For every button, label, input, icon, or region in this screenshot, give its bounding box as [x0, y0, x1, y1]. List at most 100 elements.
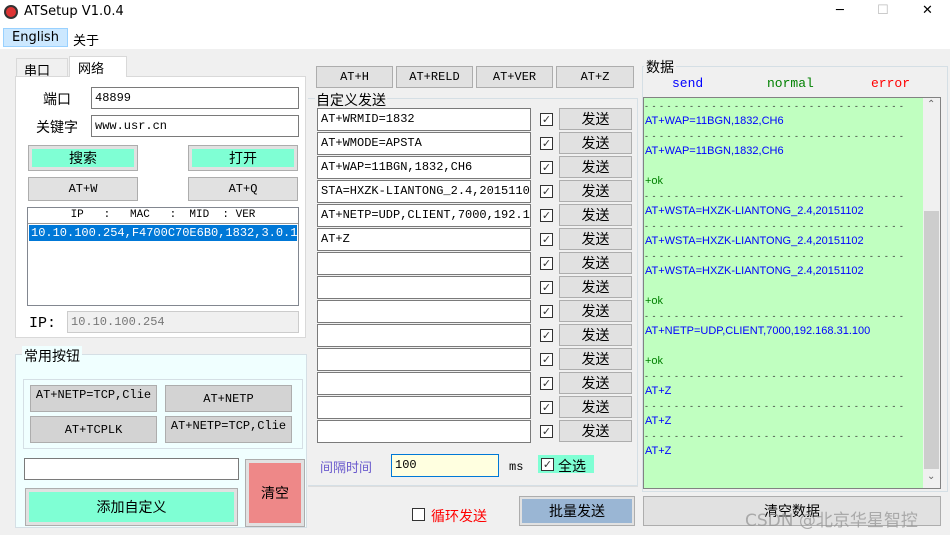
- log-blank: [645, 339, 905, 354]
- batch-send-button[interactable]: 批量发送: [519, 496, 635, 526]
- custom-send-input[interactable]: STA=HXZK-LIANTONG_2.4,20151102: [317, 180, 531, 203]
- send-button[interactable]: 发送: [559, 156, 632, 178]
- legend-error: error: [871, 76, 911, 91]
- send-button[interactable]: 发送: [559, 372, 632, 394]
- send-button[interactable]: 发送: [559, 324, 632, 346]
- checkbox-checked-icon[interactable]: ✓: [540, 257, 553, 270]
- log-textarea[interactable]: - - - - - - - - - - - - - - - - - - - - …: [643, 97, 941, 489]
- custom-send-input[interactable]: AT+Z: [317, 228, 531, 251]
- send-button[interactable]: 发送: [559, 108, 632, 130]
- keyword-label: 关键字: [36, 120, 78, 136]
- custom-send-input[interactable]: [317, 348, 531, 371]
- custom-send-input[interactable]: [317, 300, 531, 323]
- checkbox-checked-icon[interactable]: ✓: [540, 233, 553, 246]
- send-button[interactable]: 发送: [559, 180, 632, 202]
- search-button[interactable]: 搜索: [28, 145, 138, 171]
- scrollbar[interactable]: ⌃ ⌄: [923, 98, 940, 488]
- tab-network[interactable]: 网络: [69, 56, 127, 77]
- close-button[interactable]: ✕: [922, 3, 933, 18]
- log-line-send: AT+WSTA=HXZK-LIANTONG_2.4,20151102: [645, 205, 864, 217]
- at-z-button[interactable]: AT+Z: [556, 66, 634, 88]
- select-all-label: 全选: [558, 459, 586, 475]
- loop-send-checkbox[interactable]: 循环发送: [412, 506, 502, 525]
- log-line-normal: +ok: [645, 355, 664, 367]
- tab-label: 网络: [78, 62, 105, 77]
- checkbox-checked-icon[interactable]: ✓: [540, 353, 553, 366]
- custom-send-input[interactable]: AT+WMODE=APSTA: [317, 132, 531, 155]
- list-item[interactable]: 10.10.100.254,F4700C70E6B0,1832,3.0.1: [29, 225, 297, 241]
- checkbox-checked-icon[interactable]: ✓: [540, 425, 553, 438]
- log-separator: - - - - - - - - - - - - - - - - - - - - …: [645, 131, 905, 141]
- checkbox-checked-icon[interactable]: ✓: [540, 281, 553, 294]
- log-lines: - - - - - - - - - - - - - - - - - - - - …: [645, 99, 905, 459]
- group-title: 自定义发送: [315, 90, 387, 110]
- at-ver-button[interactable]: AT+VER: [476, 66, 553, 88]
- maximize-button[interactable]: ☐: [877, 3, 889, 18]
- custom-send-input[interactable]: [317, 252, 531, 275]
- send-button[interactable]: 发送: [559, 348, 632, 370]
- title-bar: ATSetup V1.0.4 ─ ☐ ✕: [0, 0, 950, 25]
- port-input[interactable]: 48899: [91, 87, 299, 109]
- send-button[interactable]: 发送: [559, 396, 632, 418]
- checkbox-checked-icon[interactable]: ✓: [540, 161, 553, 174]
- window-title: ATSetup V1.0.4: [24, 4, 124, 19]
- ip-field: 10.10.100.254: [67, 311, 299, 333]
- at-reld-button[interactable]: AT+RELD: [396, 66, 473, 88]
- scroll-thumb[interactable]: [924, 211, 939, 469]
- open-button[interactable]: 打开: [188, 145, 298, 171]
- scroll-down-icon[interactable]: ⌄: [927, 471, 935, 482]
- send-button[interactable]: 发送: [559, 228, 632, 250]
- at-q-button[interactable]: AT+Q: [188, 177, 298, 201]
- keyword-input[interactable]: www.usr.cn: [91, 115, 299, 137]
- checkbox-checked-icon[interactable]: ✓: [540, 137, 553, 150]
- checkbox-checked-icon[interactable]: ✓: [540, 209, 553, 222]
- custom-send-input[interactable]: AT+WAP=11BGN,1832,CH6: [317, 156, 531, 179]
- custom-send-input[interactable]: [317, 396, 531, 419]
- send-button[interactable]: 发送: [559, 204, 632, 226]
- scroll-up-icon[interactable]: ⌃: [927, 99, 935, 110]
- custom-send-input[interactable]: AT+WRMID=1832: [317, 108, 531, 131]
- checkbox-checked-icon[interactable]: ✓: [540, 329, 553, 342]
- custom-send-input[interactable]: AT+NETP=UDP,CLIENT,7000,192.16: [317, 204, 531, 227]
- send-button[interactable]: 发送: [559, 252, 632, 274]
- ip-label: IP:: [29, 315, 57, 332]
- send-button[interactable]: 发送: [559, 276, 632, 298]
- checkbox-checked-icon[interactable]: ✓: [540, 185, 553, 198]
- checkbox-unchecked-icon: [412, 508, 425, 521]
- custom-send-input[interactable]: [317, 372, 531, 395]
- log-separator: - - - - - - - - - - - - - - - - - - - - …: [645, 251, 905, 261]
- log-separator: - - - - - - - - - - - - - - - - - - - - …: [645, 101, 905, 111]
- log-line-send: AT+Z: [645, 385, 672, 397]
- custom-send-input[interactable]: [317, 276, 531, 299]
- add-custom-button[interactable]: 添加自定义: [25, 488, 238, 526]
- common-button-1[interactable]: AT+NETP=TCP,Clie: [30, 385, 157, 412]
- common-button-4[interactable]: AT+NETP=TCP,Clie: [165, 416, 292, 443]
- menu-english[interactable]: English: [3, 28, 68, 47]
- custom-send-input[interactable]: [317, 420, 531, 443]
- common-button-2[interactable]: AT+NETP: [165, 385, 292, 412]
- send-button[interactable]: 发送: [559, 420, 632, 442]
- minimize-button[interactable]: ─: [836, 3, 844, 18]
- send-button[interactable]: 发送: [559, 300, 632, 322]
- log-blank: [645, 159, 905, 174]
- menu-about[interactable]: 关于: [73, 30, 99, 49]
- watermark: CSDN @北京华星智控: [745, 511, 918, 531]
- log-line-normal: +ok: [645, 295, 664, 307]
- tab-serial[interactable]: 串口: [16, 58, 68, 79]
- group-title: 数据: [644, 57, 676, 77]
- checkbox-checked-icon[interactable]: ✓: [540, 305, 553, 318]
- send-button[interactable]: 发送: [559, 132, 632, 154]
- interval-input[interactable]: 100: [391, 454, 499, 477]
- at-w-button[interactable]: AT+W: [28, 177, 138, 201]
- select-all-checkbox[interactable]: ✓ 全选: [538, 455, 594, 475]
- clear-button[interactable]: 清空: [245, 459, 305, 527]
- log-separator: - - - - - - - - - - - - - - - - - - - - …: [645, 311, 905, 321]
- checkbox-checked-icon[interactable]: ✓: [540, 113, 553, 126]
- checkbox-checked-icon[interactable]: ✓: [540, 377, 553, 390]
- common-button-3[interactable]: AT+TCPLK: [30, 416, 157, 443]
- checkbox-checked-icon[interactable]: ✓: [540, 401, 553, 414]
- custom-send-input[interactable]: [317, 324, 531, 347]
- device-list[interactable]: IP : MAC : MID : VER 10.10.100.254,F4700…: [27, 207, 299, 306]
- at-h-button[interactable]: AT+H: [316, 66, 393, 88]
- custom-button-input[interactable]: [24, 458, 239, 480]
